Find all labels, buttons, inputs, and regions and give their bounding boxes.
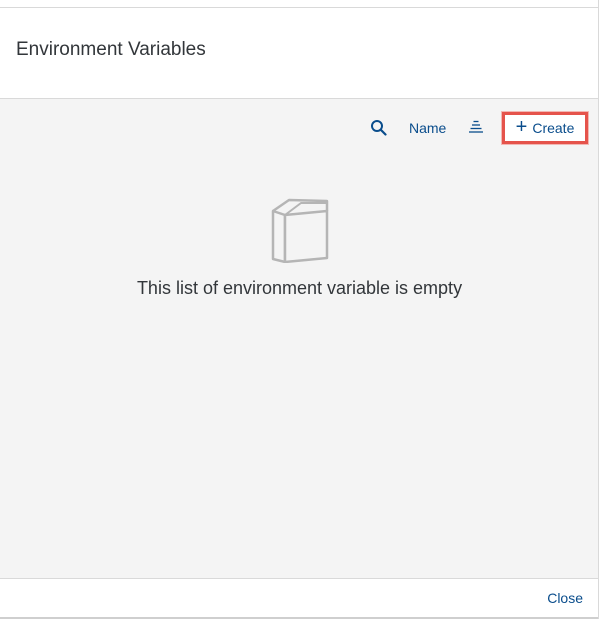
- search-button[interactable]: [370, 119, 388, 137]
- sort-field-name-button[interactable]: Name: [409, 120, 446, 136]
- empty-list-book-icon: [271, 198, 329, 263]
- plus-icon: +: [515, 116, 528, 138]
- dialog-header: Environment Variables: [0, 8, 599, 99]
- top-strip: [0, 0, 599, 8]
- dialog-footer: Close: [0, 578, 599, 619]
- empty-state-message: This list of environment variable is emp…: [136, 278, 463, 298]
- dialog-content: Name + Create This list of environment v…: [0, 99, 599, 578]
- search-icon: [371, 120, 387, 136]
- create-button-label: Create: [532, 120, 575, 136]
- create-button[interactable]: + Create: [502, 112, 588, 144]
- dialog-title: Environment Variables: [16, 39, 206, 60]
- sort-button[interactable]: [468, 119, 484, 135]
- close-button[interactable]: Close: [547, 590, 583, 606]
- sort-ascending-icon: [469, 120, 483, 133]
